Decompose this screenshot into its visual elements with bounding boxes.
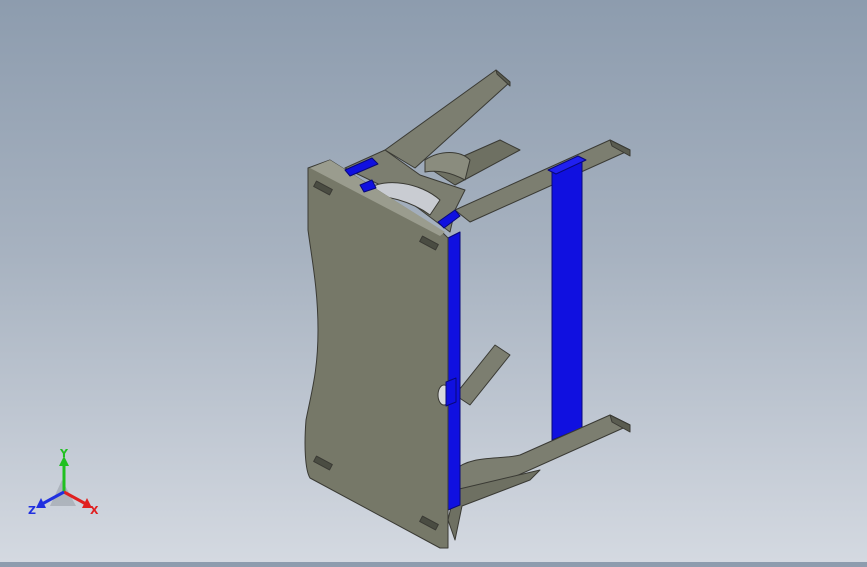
model-view[interactable] — [0, 0, 867, 562]
stool-model[interactable] — [304, 69, 631, 549]
front-panel[interactable] — [304, 159, 449, 549]
graphics-viewport[interactable] — [0, 0, 867, 562]
side-hole-blue — [445, 377, 457, 407]
x-axis-label: X — [90, 504, 99, 517]
z-axis-label: Z — [28, 504, 36, 517]
lower-back-arm — [454, 344, 511, 406]
y-axis-label: Y — [59, 448, 69, 460]
front-panel-blue-edge[interactable] — [447, 231, 461, 511]
right-blue-strip[interactable] — [551, 159, 583, 441]
triad-graphic: Y X Z — [28, 447, 99, 517]
coordinate-triad: Y X Z — [24, 447, 104, 523]
